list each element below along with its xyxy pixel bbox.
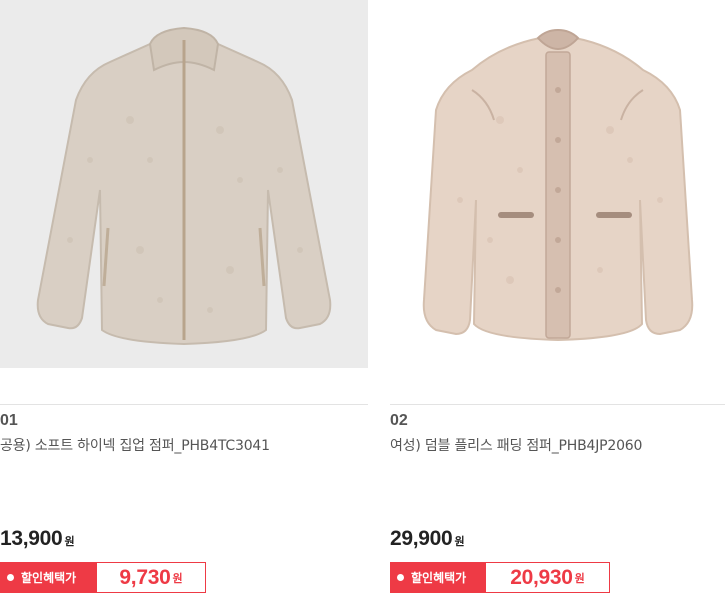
price-unit: 원 xyxy=(64,535,75,548)
sale-price-unit: 원 xyxy=(172,571,183,585)
divider xyxy=(0,404,368,405)
sale-label: 할인혜택가 xyxy=(21,571,77,585)
sale-price-box: 할인혜택가 20,930 원 xyxy=(390,562,610,593)
product-name[interactable]: 여성) 덤블 플리스 패딩 점퍼_PHB4JP2060 xyxy=(390,435,642,455)
sale-label-badge: 할인혜택가 xyxy=(1,563,97,592)
sale-price: 9,730 xyxy=(119,565,171,589)
sale-value: 20,930 원 xyxy=(486,563,609,592)
original-price: 29,900 xyxy=(390,527,453,550)
sale-value: 9,730 원 xyxy=(97,563,205,592)
sale-price-box: 할인혜택가 9,730 원 xyxy=(0,562,206,593)
original-price: 13,900 xyxy=(0,527,63,550)
sale-price-unit: 원 xyxy=(574,571,585,585)
product-name[interactable]: 공용) 소프트 하이넥 집업 점퍼_PHB4TC3041 xyxy=(0,435,270,455)
sale-price: 20,930 xyxy=(510,565,573,589)
divider xyxy=(390,404,725,405)
price-row: 29,900 원 xyxy=(390,527,465,551)
dot-icon xyxy=(7,574,14,581)
dot-icon xyxy=(397,574,404,581)
fleece-zip-jacket-image[interactable] xyxy=(0,0,368,368)
price-unit: 원 xyxy=(454,535,465,548)
sale-label: 할인혜택가 xyxy=(411,571,467,585)
fleece-padding-jacket-image[interactable] xyxy=(390,0,725,368)
price-row: 13,900 원 xyxy=(0,527,75,551)
sale-label-badge: 할인혜택가 xyxy=(391,563,486,592)
product-rank: 02 xyxy=(390,412,408,429)
product-rank: 01 xyxy=(0,412,18,429)
